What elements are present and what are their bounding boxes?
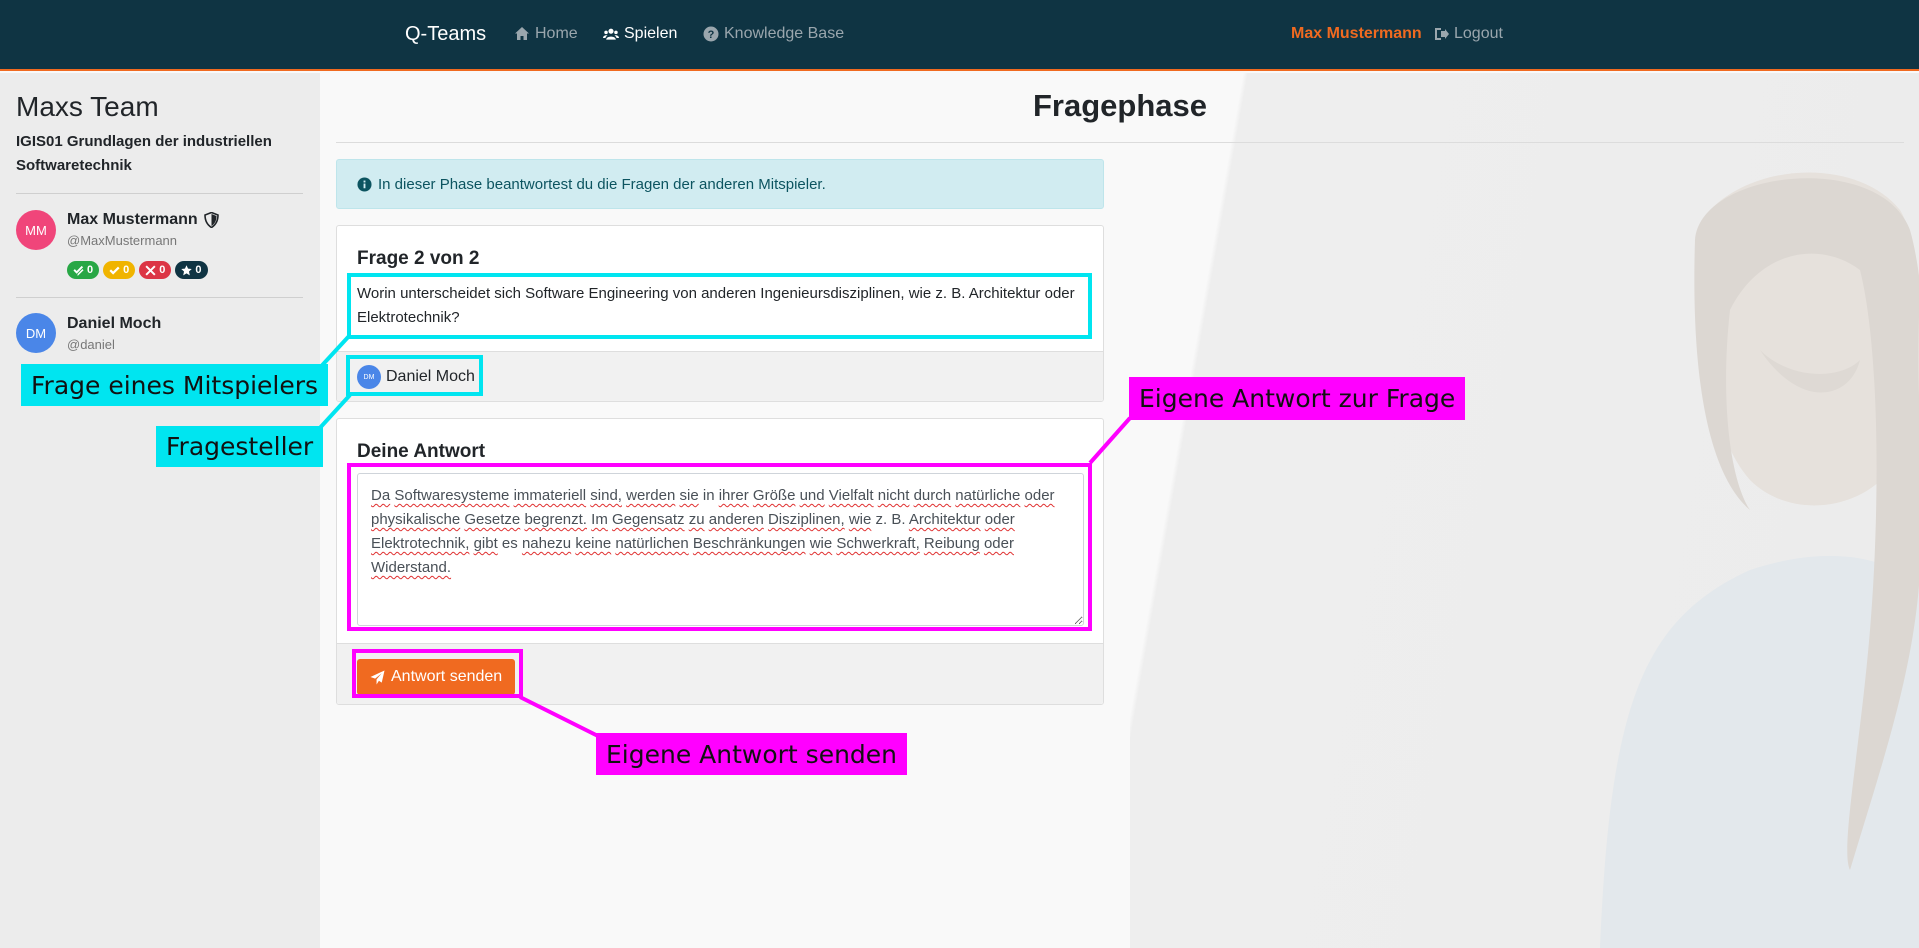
top-navbar: Q-Teams Home Spielen ? Knowledge Base Ma…	[0, 0, 1919, 71]
member-handle: @MaxMustermann	[67, 233, 178, 248]
answer-card: Deine Antwort Da Softwaresysteme immater…	[336, 418, 1104, 705]
sidebar-divider	[16, 297, 303, 298]
shield-icon	[203, 212, 219, 228]
send-answer-label: Antwort senden	[391, 668, 503, 685]
info-alert: In dieser Phase beantwortest du die Frag…	[336, 159, 1104, 209]
member-name[interactable]: Daniel Moch	[67, 315, 161, 333]
member-name[interactable]: Max Mustermann	[67, 211, 219, 229]
nav-knowledge-base[interactable]: ? Knowledge Base	[703, 25, 844, 43]
brand-logo[interactable]: Q-Teams	[405, 23, 486, 46]
info-alert-text: In dieser Phase beantwortest du die Frag…	[378, 175, 826, 193]
star-icon	[181, 264, 193, 275]
callout-question: Frage eines Mitspielers	[21, 364, 329, 406]
nav-home[interactable]: Home	[514, 25, 578, 43]
course-name: IGIS01 Grundlagen der industriellen Soft…	[16, 133, 272, 174]
question-footer: DM Daniel Moch	[337, 351, 1103, 401]
svg-text:?: ?	[708, 29, 715, 41]
team-sidebar: Maxs Team IGIS01 Grundlagen der industri…	[0, 73, 320, 948]
nav-knowledge-base-label: Knowledge Base	[724, 25, 845, 42]
users-icon	[603, 28, 619, 40]
page-title: Fragephase	[1032, 88, 1207, 123]
home-icon	[515, 27, 529, 40]
double-check-icon	[73, 265, 84, 276]
nav-home-label: Home	[535, 25, 578, 42]
badge-correct: 0	[67, 261, 100, 279]
avatar: DM	[16, 313, 56, 353]
sign-out-icon	[1435, 28, 1449, 40]
send-answer-button[interactable]: Antwort senden	[357, 659, 516, 695]
title-divider	[336, 142, 1904, 143]
question-text: Worin unterscheidet sich Software Engine…	[357, 285, 1075, 326]
answer-footer: Antwort senden	[337, 643, 1103, 704]
member-handle: @daniel	[67, 337, 115, 352]
answer-textarea[interactable]: Da Softwaresysteme immateriell sind, wer…	[357, 473, 1084, 626]
answer-heading: Deine Antwort	[357, 441, 486, 462]
question-asker[interactable]: DM Daniel Moch	[357, 365, 475, 389]
callout-send: Eigene Antwort senden	[596, 733, 908, 775]
question-counter: Frage 2 von 2	[357, 248, 480, 269]
nav-user-name[interactable]: Max Mustermann	[1291, 25, 1422, 43]
member-badges: 0 0 0 0	[67, 261, 208, 279]
asker-name: Daniel Moch	[386, 368, 475, 385]
question-card: Frage 2 von 2 Worin unterscheidet sich S…	[336, 225, 1104, 402]
background-person-image	[1600, 172, 1919, 948]
nav-play-label: Spielen	[624, 25, 678, 42]
nav-play[interactable]: Spielen	[603, 25, 677, 43]
nav-logout-label: Logout	[1454, 25, 1503, 42]
check-icon	[109, 266, 120, 275]
nav-logout[interactable]: Logout	[1433, 25, 1503, 43]
question-circle-icon: ?	[703, 26, 719, 42]
avatar: MM	[16, 210, 56, 250]
team-name: Maxs Team	[16, 91, 159, 122]
callout-answer: Eigene Antwort zur Frage	[1129, 377, 1466, 420]
sidebar-divider	[16, 193, 303, 194]
info-circle-icon	[357, 176, 372, 192]
member-name-text: Daniel Moch	[67, 315, 162, 332]
badge-points: 0	[175, 261, 208, 279]
badge-wrong: 0	[139, 261, 172, 279]
paper-plane-icon	[370, 669, 385, 685]
badge-partial: 0	[103, 261, 136, 279]
member-name-text: Max Mustermann	[67, 211, 198, 228]
callout-asker: Fragesteller	[156, 426, 324, 467]
avatar: DM	[357, 365, 381, 389]
cross-icon	[145, 264, 156, 276]
